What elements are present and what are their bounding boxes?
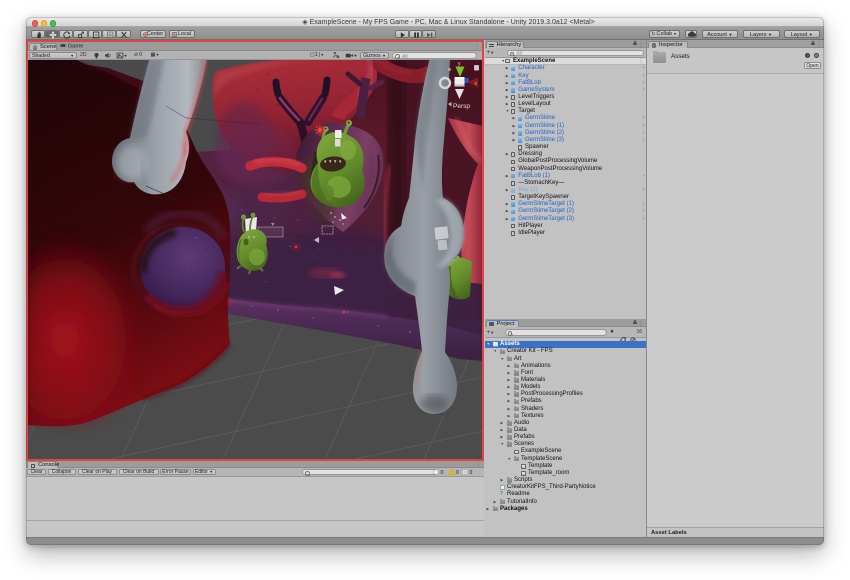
svg-text:!: !: [435, 470, 436, 475]
svg-text:i: i: [465, 470, 466, 475]
svg-text:!: !: [450, 470, 451, 475]
svg-text:Persp: Persp: [453, 103, 470, 110]
